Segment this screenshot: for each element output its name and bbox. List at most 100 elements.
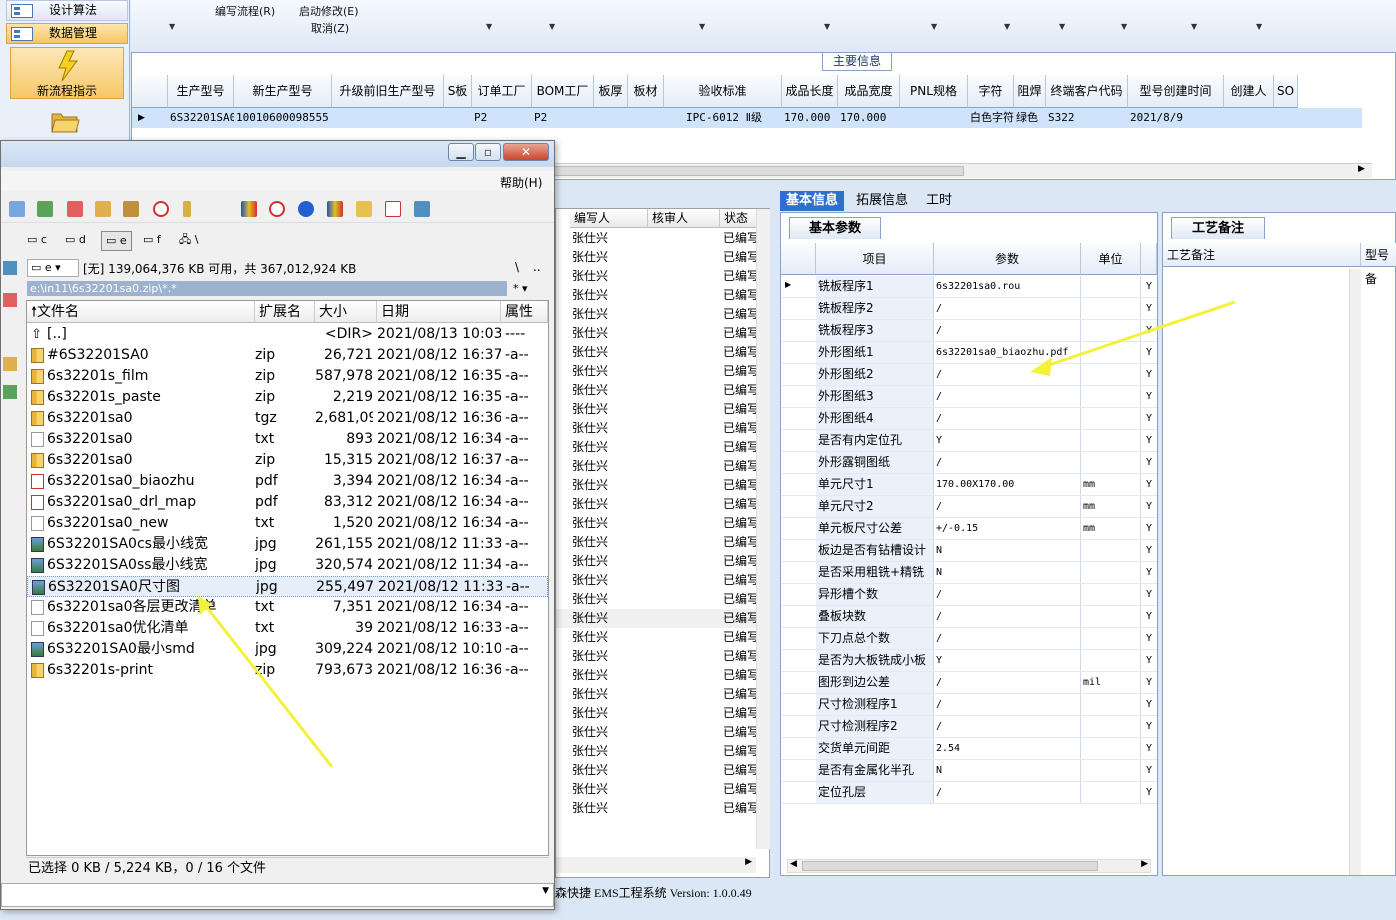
excel-icon[interactable] xyxy=(3,385,17,399)
edit-icon[interactable] xyxy=(67,201,83,217)
dropdown-arrow-icon[interactable]: ▼ xyxy=(549,22,555,31)
column-header-date[interactable]: 日期 xyxy=(377,301,501,323)
column-header[interactable]: S板 xyxy=(444,75,472,108)
grid-cell[interactable]: P2 xyxy=(474,108,532,128)
param-row[interactable]: 是否有金属化半孔 N Y xyxy=(781,760,1157,782)
param-unit[interactable] xyxy=(1081,650,1141,671)
key-icon[interactable] xyxy=(183,201,191,217)
param-unit[interactable] xyxy=(1081,584,1141,605)
param-value[interactable]: 6s32201sa0.rou xyxy=(934,276,1081,297)
dropdown-arrow-icon[interactable]: ▼ xyxy=(1191,22,1197,31)
param-row[interactable]: 图形到边公差 / mil Y xyxy=(781,672,1157,694)
file-row[interactable]: #6S32201SA0 zip 26,721 2021/08/12 16:37 -a-- xyxy=(27,345,548,366)
param-row[interactable]: 板边是否有钻槽设计 N Y xyxy=(781,540,1157,562)
param-item[interactable]: 异形槽个数 xyxy=(816,584,934,605)
param-row[interactable]: 尺寸检测程序1/ Y xyxy=(781,694,1157,716)
column-header-item[interactable]: 项目 xyxy=(816,243,934,275)
colors-icon[interactable] xyxy=(241,201,257,217)
param-value[interactable]: N xyxy=(934,760,1081,781)
tab-basic-info[interactable]: 基本信息 xyxy=(780,191,845,211)
dropdown-arrow-icon[interactable]: ▼ xyxy=(1121,22,1127,31)
param-value[interactable]: 170.00X170.00 xyxy=(934,474,1081,495)
param-flag[interactable]: Y xyxy=(1141,430,1157,451)
list-item[interactable]: 张仕兴 已编写 xyxy=(556,324,766,343)
file-row[interactable]: 6s32201sa0 tgz 2,681,0922021/08/12 16:36-a… xyxy=(27,408,548,429)
colors-icon[interactable] xyxy=(327,201,343,217)
param-value[interactable]: Y xyxy=(934,650,1081,671)
column-header-extra[interactable] xyxy=(1141,243,1157,275)
network-drive-button[interactable]: 🖧 \ xyxy=(179,231,198,251)
list-item[interactable]: 张仕兴 已编写 xyxy=(556,761,766,780)
grid-cell[interactable]: P2 xyxy=(534,108,594,128)
file-row[interactable]: 6S32201SA0cs最小线宽 jpg 261,155 2021/08/12 11:… xyxy=(27,534,548,555)
param-flag[interactable]: Y xyxy=(1141,760,1157,781)
param-value[interactable]: N xyxy=(934,562,1081,583)
param-item[interactable]: 铣板程序1 xyxy=(816,276,934,297)
drive-c-button[interactable]: ▭ c xyxy=(27,231,47,251)
param-value[interactable]: / xyxy=(934,386,1081,407)
param-item[interactable]: 是否为大板铣成小板 xyxy=(816,650,934,671)
stop-icon[interactable] xyxy=(269,201,285,217)
grid-cell[interactable] xyxy=(334,108,444,128)
param-flag[interactable]: Y xyxy=(1141,342,1157,363)
param-unit[interactable] xyxy=(1081,562,1141,583)
param-item[interactable]: 外形图纸1 xyxy=(816,342,934,363)
vertical-scrollbar[interactable] xyxy=(756,209,770,849)
param-flag[interactable]: Y xyxy=(1141,364,1157,385)
grid-corner[interactable] xyxy=(781,243,816,275)
dropdown-arrow-icon[interactable]: ▼ xyxy=(931,22,937,31)
list-item[interactable]: 张仕兴 已编写 xyxy=(556,533,766,552)
param-item[interactable]: 外形图纸3 xyxy=(816,386,934,407)
param-flag[interactable]: Y xyxy=(1141,584,1157,605)
list-item[interactable]: 张仕兴 已编写 xyxy=(556,305,766,324)
param-value[interactable]: / xyxy=(934,584,1081,605)
param-value[interactable]: N xyxy=(934,540,1081,561)
list-item[interactable]: 张仕兴 已编写 xyxy=(556,704,766,723)
new-flow-button[interactable]: 新流程指示 xyxy=(10,47,124,99)
drive-f-button[interactable]: ▭ f xyxy=(143,231,161,251)
param-item[interactable]: 单元尺寸1 xyxy=(816,474,934,495)
param-unit[interactable] xyxy=(1081,760,1141,781)
param-unit[interactable] xyxy=(1081,430,1141,451)
param-item[interactable]: 单元尺寸2 xyxy=(816,496,934,517)
column-header-unit[interactable]: 单位 xyxy=(1081,243,1141,275)
list-item[interactable]: 张仕兴 已编写 xyxy=(556,742,766,761)
list-item[interactable]: 张仕兴 已编写 xyxy=(556,419,766,438)
param-unit[interactable] xyxy=(1081,342,1141,363)
current-path[interactable]: e:\in11\6s32201sa0.zip\*.* xyxy=(27,281,507,296)
grid-cell[interactable]: 170.000 xyxy=(784,108,838,128)
grid-cell[interactable]: 2021/8/9 xyxy=(1130,108,1224,128)
param-flag[interactable]: Y xyxy=(1141,518,1157,539)
column-header-extension[interactable]: 扩展名 xyxy=(255,301,315,323)
param-unit[interactable] xyxy=(1081,364,1141,385)
list-item[interactable]: 张仕兴 已编写 xyxy=(556,400,766,419)
grid-cell[interactable] xyxy=(1226,108,1274,128)
param-unit[interactable]: mm xyxy=(1081,496,1141,517)
param-value[interactable]: +/-0.15 xyxy=(934,518,1081,539)
minimize-icon[interactable]: ▁ xyxy=(448,143,474,161)
param-row[interactable]: 外形图纸3/ Y xyxy=(781,386,1157,408)
grid-cell[interactable]: 170.000 xyxy=(840,108,900,128)
column-header[interactable]: 成品宽度 xyxy=(838,75,900,108)
file-row[interactable]: 6s32201sa0优化清单 txt 39 2021/08/12 16:33 -a-- xyxy=(27,618,548,639)
param-row[interactable]: 外形图纸4/ Y xyxy=(781,408,1157,430)
param-item[interactable]: 单元板尺寸公差 xyxy=(816,518,934,539)
param-value[interactable]: / xyxy=(934,298,1081,319)
param-flag[interactable]: Y xyxy=(1141,716,1157,737)
horizontal-scrollbar[interactable]: ◀ ▶ xyxy=(787,859,1151,873)
param-item[interactable]: 板边是否有钻槽设计 xyxy=(816,540,934,561)
param-flag[interactable]: Y xyxy=(1141,782,1157,803)
param-item[interactable]: 是否采用粗铣+精铣 xyxy=(816,562,934,583)
param-item[interactable]: 尺寸检测程序1 xyxy=(816,694,934,715)
column-header-model-remark[interactable]: 型号备 xyxy=(1361,243,1396,286)
param-flag[interactable]: Y xyxy=(1141,320,1157,341)
list-item[interactable]: 张仕兴 已编写 xyxy=(556,514,766,533)
tree-icon[interactable] xyxy=(3,261,17,275)
param-row[interactable]: 尺寸检测程序2/ Y xyxy=(781,716,1157,738)
file-row[interactable]: 6s32201s_paste zip 2,219 2021/08/12 16:35 -a… xyxy=(27,387,548,408)
param-unit[interactable] xyxy=(1081,452,1141,473)
column-header[interactable]: 升级前旧生产型号 xyxy=(332,75,444,108)
grid-cell[interactable]: 白色字符 xyxy=(970,108,1014,128)
vertical-scrollbar[interactable] xyxy=(1349,269,1361,875)
param-unit[interactable] xyxy=(1081,738,1141,759)
